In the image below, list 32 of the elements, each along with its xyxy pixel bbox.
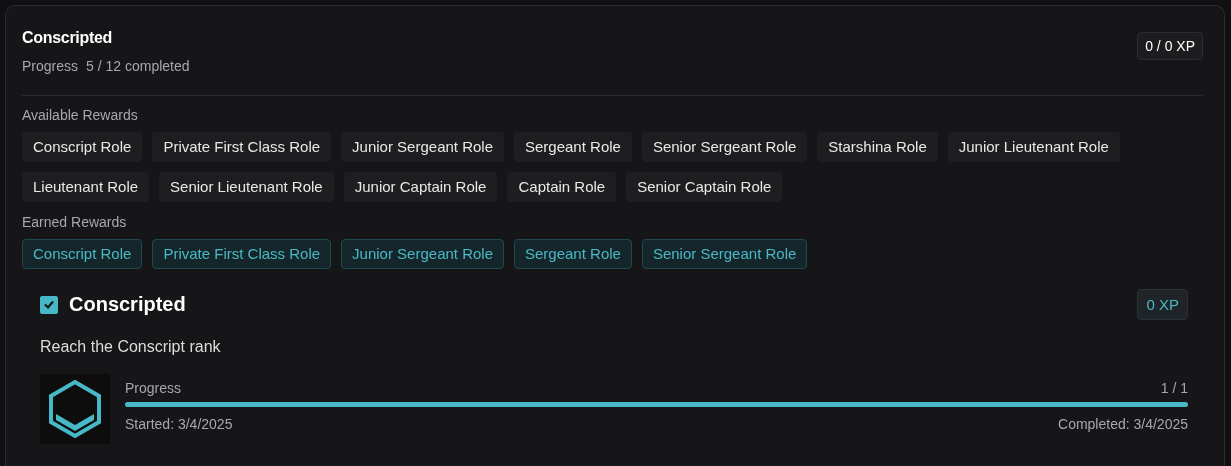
checkbox[interactable] — [40, 295, 58, 314]
xp-badge: 0 XP — [1137, 289, 1188, 320]
reward-tag: Senior Lieutenant Role — [159, 172, 334, 202]
progress-label: Progress — [22, 58, 79, 74]
reward-tag: Conscript Role — [22, 239, 143, 269]
check-icon — [44, 300, 54, 309]
completion-date: Completed: 3/4/2025 — [1058, 416, 1188, 432]
quest-description: Reach the Conscript rank — [40, 338, 222, 356]
start-date: Started: 3/4/2025 — [125, 416, 233, 432]
progress-count: 5 / 12 completed — [86, 58, 190, 74]
section-label: Earned Rewards — [22, 214, 128, 230]
reward-tag: Senior Captain Role — [626, 172, 783, 202]
xp-badge: 0 / 0 XP — [1137, 32, 1203, 60]
quest-title: Conscripted — [69, 293, 187, 316]
reward-tag: Junior Sergeant Role — [341, 239, 504, 269]
section-label: Available Rewards — [22, 107, 139, 123]
reward-tag: Senior Sergeant Role — [641, 239, 808, 269]
reward-tag: Captain Role — [507, 172, 617, 202]
reward-tag: Conscript Role — [22, 132, 143, 162]
reward-tag: Lieutenant Role — [22, 172, 150, 202]
achievement-title: Conscripted — [22, 29, 114, 47]
reward-tag: Junior Sergeant Role — [341, 132, 504, 162]
reward-tag: Private First Class Role — [152, 132, 332, 162]
reward-tag: Sergeant Role — [514, 239, 632, 269]
progress-label: Progress — [125, 380, 182, 396]
reward-tag: Senior Sergeant Role — [641, 132, 808, 162]
reward-tag: Sergeant Role — [514, 132, 632, 162]
reward-tag: Starshina Role — [817, 132, 938, 162]
reward-tag: Junior Captain Role — [343, 172, 498, 202]
reward-tag: Junior Lieutenant Role — [947, 132, 1120, 162]
progress-count: 1 / 1 — [1160, 380, 1188, 396]
reward-tag: Private First Class Role — [152, 239, 332, 269]
